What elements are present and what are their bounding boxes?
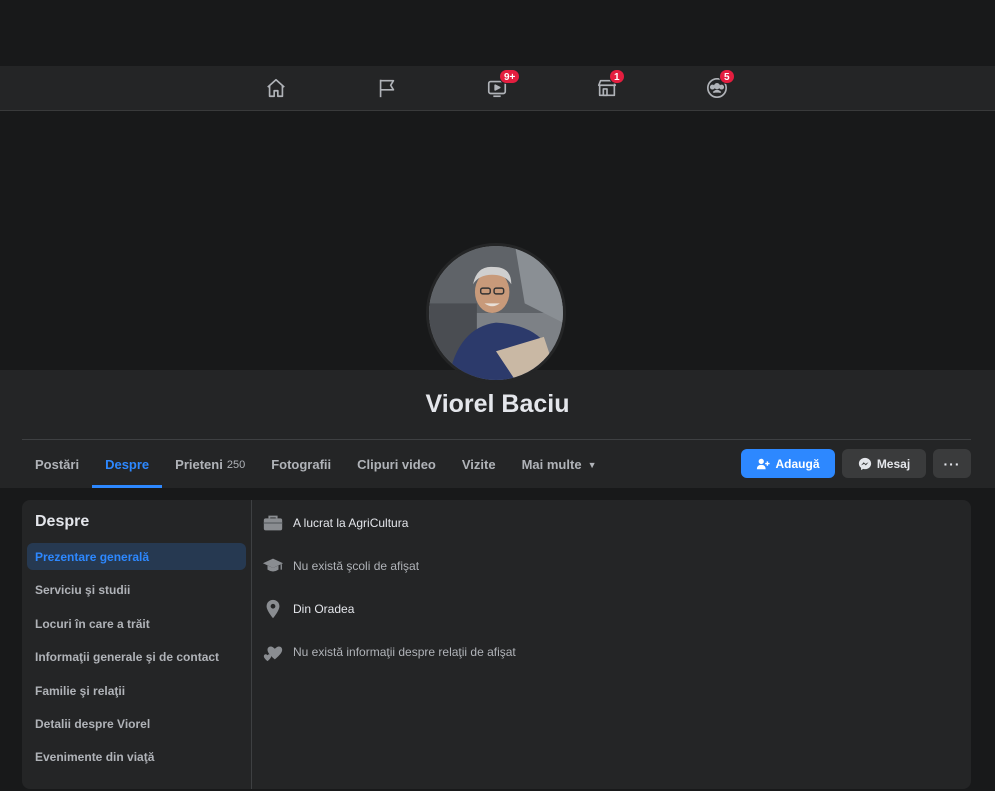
tab-posts[interactable]: Postări: [22, 441, 92, 488]
tab-checkins[interactable]: Vizite: [449, 441, 509, 488]
watch-badge: 9+: [499, 69, 521, 84]
about-nav-label: Evenimente din viaţă: [35, 749, 155, 764]
tab-more[interactable]: Mai multe ▼: [509, 441, 610, 488]
tab-photos[interactable]: Fotografii: [258, 441, 344, 488]
messenger-icon: [858, 457, 871, 470]
avatar-photo: [429, 246, 563, 380]
about-nav-details[interactable]: Detalii despre Viorel: [27, 710, 246, 737]
about-card: Despre Prezentare generală Serviciu şi s…: [22, 500, 971, 789]
about-nav-label: Serviciu şi studii: [35, 582, 131, 597]
tab-about-label: Despre: [105, 457, 150, 472]
tab-videos[interactable]: Clipuri video: [344, 441, 449, 488]
overview-hometown-text: Din Oradea: [293, 602, 355, 616]
more-dots-icon: ···: [943, 455, 961, 472]
profile-avatar[interactable]: [426, 243, 566, 383]
about-nav-label: Prezentare generală: [35, 549, 150, 564]
add-friend-icon: [757, 458, 771, 469]
overview-education-text: Nu există şcoli de afişat: [293, 559, 420, 573]
overview-relationship-row: Nu există informaţii despre relaţii de a…: [262, 640, 516, 664]
about-nav-life-events[interactable]: Evenimente din viaţă: [27, 743, 246, 770]
groups-icon[interactable]: 5: [705, 69, 735, 100]
about-nav-label: Detalii despre Viorel: [35, 716, 151, 731]
overview-education-row: Nu există şcoli de afişat: [262, 554, 419, 578]
about-nav-label: Informaţii generale şi de contact: [35, 649, 220, 664]
about-nav-family-relationships[interactable]: Familie şi relaţii: [27, 677, 246, 704]
about-nav-places-lived[interactable]: Locuri în care a trăit: [27, 610, 246, 637]
about-nav-contact-basic-info[interactable]: Informaţii generale şi de contact: [27, 643, 246, 670]
tab-friends-label: Prieteni: [175, 457, 223, 472]
friends-count: 250: [226, 458, 246, 471]
header-divider: [22, 439, 971, 440]
tab-more-label: Mai multe: [521, 457, 582, 472]
home-icon[interactable]: [264, 76, 288, 100]
about-nav-label: Locuri în care a trăit: [35, 616, 150, 631]
watch-video-icon[interactable]: 9+: [485, 69, 521, 100]
tab-friends[interactable]: Prieteni 250: [162, 441, 258, 488]
tab-videos-label: Clipuri video: [357, 457, 436, 472]
tab-checkins-label: Vizite: [461, 457, 496, 472]
overview-work-row: A lucrat la AgriCultura: [262, 511, 408, 535]
message-label: Mesaj: [876, 456, 911, 471]
location-pin-icon: [266, 599, 280, 619]
message-button[interactable]: Mesaj: [842, 449, 926, 478]
about-title: Despre: [35, 513, 90, 530]
add-friend-label: Adaugă: [775, 456, 820, 471]
overview-work-text: A lucrat la AgriCultura: [293, 516, 409, 530]
overview-hometown-row: Din Oradea: [262, 597, 354, 621]
profile-name: Viorel Baciu: [425, 390, 570, 418]
top-navigation: 9+ 1 5: [0, 66, 995, 111]
overview-relationship-text: Nu există informaţii despre relaţii de a…: [293, 645, 516, 659]
caret-down-icon: ▼: [587, 459, 597, 470]
graduation-cap-icon: [262, 558, 284, 572]
groups-badge: 5: [719, 69, 735, 84]
more-options-button[interactable]: ···: [933, 449, 971, 478]
tab-photos-label: Fotografii: [271, 457, 332, 472]
about-nav-work-education[interactable]: Serviciu şi studii: [27, 576, 246, 603]
about-nav-label: Familie şi relaţii: [35, 683, 126, 698]
marketplace-badge: 1: [609, 69, 625, 84]
hearts-icon: [263, 646, 283, 662]
tab-about[interactable]: Despre: [92, 441, 163, 488]
briefcase-icon: [263, 515, 283, 531]
pages-flag-icon[interactable]: [375, 76, 399, 100]
tab-posts-label: Postări: [35, 457, 80, 472]
add-friend-button[interactable]: Adaugă: [741, 449, 835, 478]
marketplace-store-icon[interactable]: 1: [595, 69, 625, 100]
about-nav-overview[interactable]: Prezentare generală: [27, 543, 246, 570]
profile-tabs: Postări Despre Prieteni 250 Fotografii C…: [22, 441, 609, 488]
about-sidebar: Despre Prezentare generală Serviciu şi s…: [22, 500, 252, 789]
